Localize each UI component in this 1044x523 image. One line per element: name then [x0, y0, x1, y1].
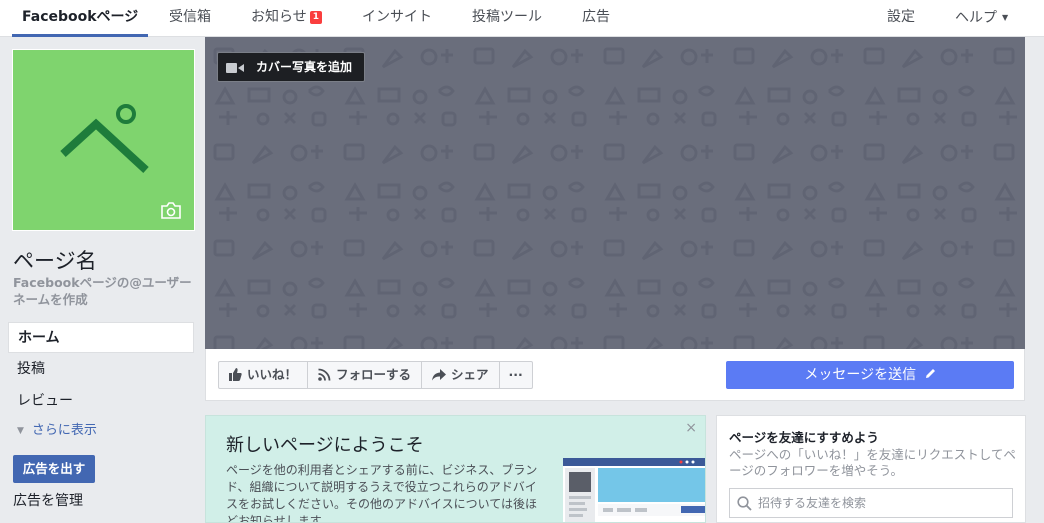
profile-picture[interactable]	[12, 49, 195, 231]
help-menu[interactable]: ヘルプ ▼	[955, 0, 1008, 37]
tab-inbox[interactable]: 受信箱	[169, 0, 211, 37]
like-label: いいね！	[247, 367, 298, 382]
add-cover-photo-button[interactable]: カバー写真を追加	[217, 52, 366, 82]
share-button[interactable]: シェア	[421, 361, 500, 389]
see-more-link[interactable]: ▼ さらに表示	[8, 418, 194, 444]
friend-search-input[interactable]	[758, 489, 1008, 517]
nav-item-home[interactable]: ホーム	[8, 322, 194, 353]
promote-button[interactable]: 広告を出す	[13, 455, 95, 483]
tab-label: Facebookページ	[22, 9, 139, 25]
triangle-down-icon: ▼	[17, 426, 24, 436]
friend-search-box	[729, 488, 1013, 518]
notification-badge: 1	[309, 11, 322, 24]
like-button[interactable]: いいね！	[218, 361, 309, 389]
help-label: ヘルプ	[955, 10, 997, 26]
more-dots-icon: ···	[508, 367, 523, 382]
page-name: ページ名	[13, 249, 97, 273]
tab-label: インサイト	[362, 9, 432, 25]
welcome-body: ページを他の利用者とシェアする前に、ビジネス、ブランド、組織について説明するうえ…	[226, 463, 538, 523]
nav-item-reviews[interactable]: レビュー	[8, 386, 194, 417]
see-more-label: さらに表示	[31, 423, 97, 438]
rss-follow-icon	[318, 368, 331, 381]
tab-label: お知らせ	[251, 9, 307, 25]
invite-friends-card: ページを友達にすすめよう ページへの「いいね！」を友達にリクエストしてページのフ…	[716, 415, 1026, 523]
tab-label: 投稿ツール	[472, 9, 542, 25]
send-message-label: メッセージを送信	[804, 367, 917, 383]
tab-ads[interactable]: 広告	[582, 0, 610, 37]
cover-pattern	[205, 37, 1025, 349]
tab-label: 受信箱	[169, 9, 211, 25]
invite-description: ページへの「いいね！」を友達にリクエストしてページのフォロワーを増やそう。	[729, 447, 1016, 478]
tab-publishing-tools[interactable]: 投稿ツール	[472, 0, 542, 37]
send-message-button[interactable]: メッセージを送信	[726, 361, 1014, 389]
share-label: シェア	[451, 367, 489, 382]
add-cover-label: カバー写真を追加	[256, 60, 353, 74]
more-actions-button[interactable]: ···	[498, 361, 533, 389]
page-preview-illustration	[563, 458, 705, 522]
action-button-group: いいね！ フォローする シェア ···	[218, 361, 533, 389]
settings-label: 設定	[887, 9, 915, 25]
nav-item-posts[interactable]: 投稿	[8, 354, 194, 385]
page-left-nav: ホーム 投稿 レビュー ▼ さらに表示	[8, 322, 194, 444]
tab-label: 広告	[582, 9, 610, 25]
cover-photo: カバー写真を追加	[205, 37, 1025, 349]
search-icon	[737, 496, 752, 511]
tab-facebook-page[interactable]: Facebookページ	[12, 0, 149, 37]
follow-label: フォローする	[336, 367, 412, 382]
tab-insights[interactable]: インサイト	[362, 0, 432, 37]
close-icon[interactable]: ×	[685, 420, 697, 436]
tab-notifications[interactable]: お知らせ 1	[251, 0, 322, 37]
welcome-title: 新しいページにようこそ	[226, 435, 424, 456]
top-navigation: Facebookページ 受信箱 お知らせ 1 インサイト 投稿ツール 広告 設定 …	[0, 0, 1044, 37]
settings-link[interactable]: 設定	[887, 0, 915, 37]
pencil-icon	[925, 369, 935, 378]
share-arrow-icon	[432, 369, 447, 381]
welcome-card: × 新しいページにようこそ ページを他の利用者とシェアする前に、ビジネス、ブラン…	[205, 415, 706, 523]
follow-button[interactable]: フォローする	[307, 361, 423, 389]
thumbs-up-icon	[229, 368, 242, 381]
video-camera-icon	[226, 63, 244, 73]
invite-title: ページを友達にすすめよう	[729, 430, 879, 445]
create-username-link[interactable]: Facebookページの@ユーザーネームを作成	[13, 274, 195, 308]
manage-ads-link[interactable]: 広告を管理	[13, 490, 83, 510]
page-action-bar: いいね！ フォローする シェア ··· メッセージを送信	[205, 349, 1025, 401]
caret-down-icon: ▼	[1002, 13, 1009, 22]
camera-icon[interactable]	[160, 202, 182, 220]
